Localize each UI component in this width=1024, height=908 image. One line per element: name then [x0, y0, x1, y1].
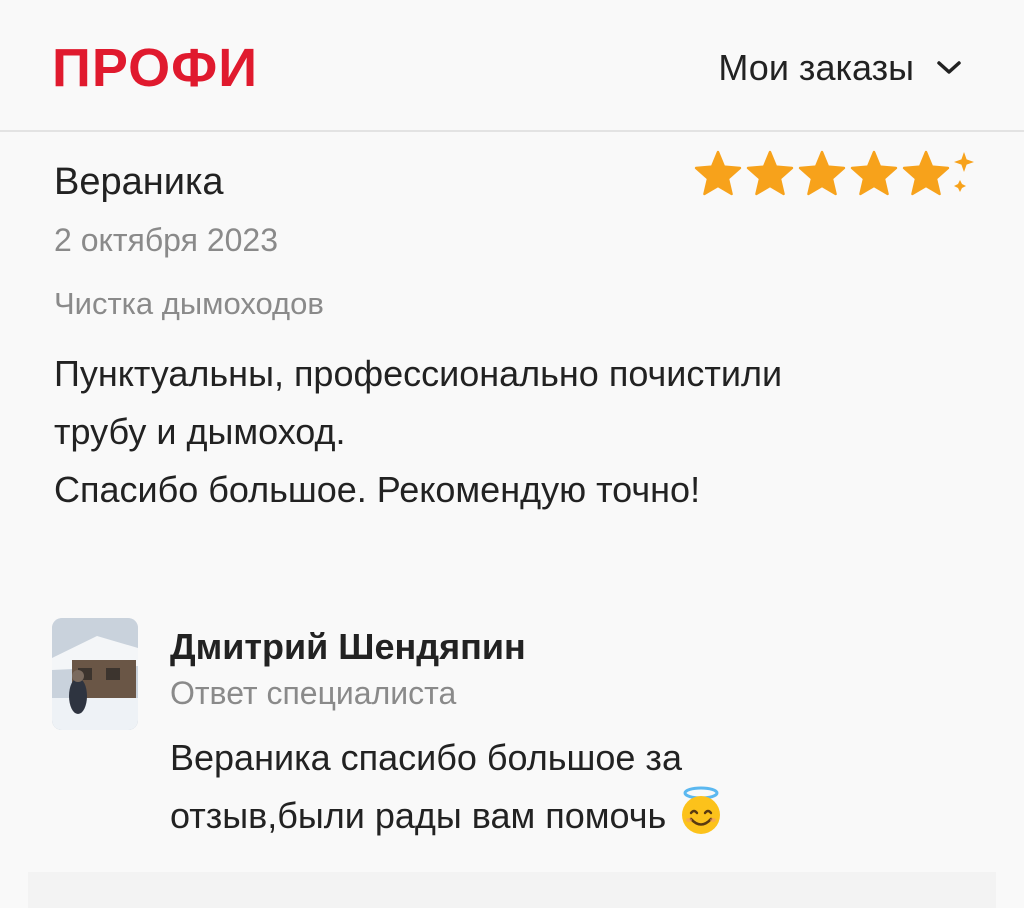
star-icon [746, 150, 794, 196]
reply-subtitle: Ответ специалиста [170, 675, 457, 711]
reply-text-line: Вераника спасибо большое за [170, 737, 682, 778]
review-text-line: Спасибо большое. Рекомендую точно! [54, 469, 701, 510]
review-author: Вераника [54, 161, 224, 203]
chevron-down-icon [937, 61, 961, 74]
app-header: ПРОФИ Мои заказы [0, 0, 1024, 132]
profi-logo[interactable]: ПРОФИ [52, 38, 258, 98]
star-sparkle-icon [902, 150, 974, 196]
my-orders-label: Мои заказы [718, 47, 914, 88]
next-card-edge [28, 872, 996, 908]
review-date: 2 октября 2023 [54, 222, 278, 258]
reply-text: Вераника спасибо большое за отзыв,были р… [170, 730, 870, 844]
specialist-avatar[interactable] [52, 618, 138, 730]
smiling-face-with-halo-icon [682, 786, 721, 834]
review-text-line: трубу и дымоход. [54, 411, 346, 452]
reply-text-line-with-emoji: отзыв,были рады вам помочь [170, 786, 870, 844]
star-icon [694, 150, 742, 196]
review-text-line: Пунктуальны, профессионально почистили [54, 353, 783, 394]
reply-author[interactable]: Дмитрий Шендяпин [170, 624, 526, 670]
rating-stars [694, 150, 982, 196]
star-icon [798, 150, 846, 196]
my-orders-dropdown[interactable]: Мои заказы [718, 44, 962, 92]
review-service: Чистка дымоходов [54, 286, 324, 321]
avatar-photo [52, 618, 138, 730]
star-icon [850, 150, 898, 196]
reply-text-line: отзыв,были рады вам помочь [170, 795, 667, 836]
review-text: Пунктуальны, профессионально почистили т… [54, 345, 954, 519]
